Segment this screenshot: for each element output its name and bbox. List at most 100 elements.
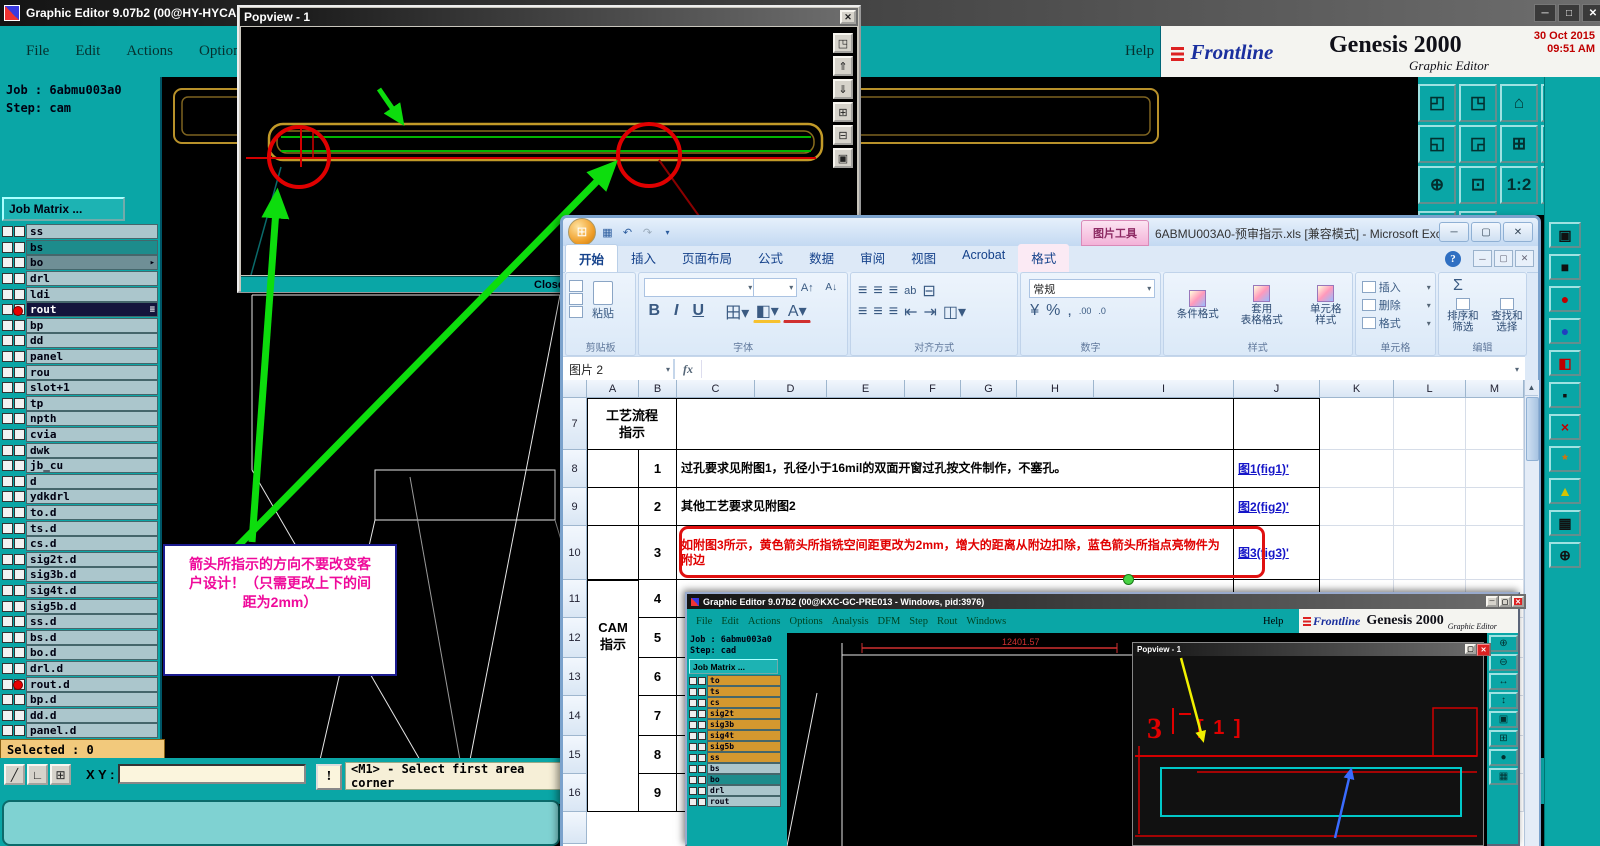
layer-toggle-icon[interactable] bbox=[2, 616, 13, 628]
layer-row[interactable]: rout.d bbox=[2, 676, 158, 692]
inner-side-tool-3[interactable]: ↔ bbox=[1489, 673, 1518, 690]
tab-页面布局[interactable]: 页面布局 bbox=[669, 244, 745, 272]
inner-layer-row[interactable]: sig2t bbox=[689, 708, 781, 719]
view-tool-2[interactable]: ◳ bbox=[1459, 84, 1497, 122]
name-box[interactable]: 图片 2 ▾ bbox=[563, 359, 675, 379]
fill-color-button[interactable]: ◧▾ bbox=[753, 301, 782, 323]
layer-toggle-icon[interactable] bbox=[2, 522, 13, 534]
layer-toggle-icon[interactable] bbox=[698, 687, 706, 696]
decrease-decimal-icon[interactable]: .0 bbox=[1097, 301, 1107, 321]
increase-indent-icon[interactable]: ⇥ bbox=[922, 301, 937, 323]
layer-row[interactable]: cvia bbox=[2, 427, 158, 443]
figure-link-cell[interactable]: 图2(fig2)' bbox=[1234, 488, 1320, 526]
layer-toggle-icon[interactable] bbox=[2, 600, 13, 612]
layer-row[interactable]: bs bbox=[2, 239, 158, 256]
layer-toggle-icon[interactable] bbox=[14, 226, 25, 238]
popview-tool-5[interactable]: ⊟ bbox=[833, 125, 853, 145]
popview-tool-3[interactable]: ⇓ bbox=[833, 79, 853, 99]
layer-toggle-icon[interactable] bbox=[14, 351, 25, 363]
layer-toggle-icon[interactable] bbox=[689, 709, 697, 718]
format-i-button[interactable]: I bbox=[666, 301, 686, 321]
layer-toggle-icon[interactable] bbox=[698, 742, 706, 751]
excel-close-icon[interactable]: ✕ bbox=[1503, 222, 1533, 242]
side-tool-1[interactable]: ▣ bbox=[1549, 222, 1581, 248]
layer-row[interactable]: jb_cu bbox=[2, 458, 158, 474]
layer-toggle-icon[interactable] bbox=[2, 382, 13, 394]
layer-toggle-icon[interactable] bbox=[14, 273, 25, 285]
layer-toggle-icon[interactable] bbox=[14, 662, 25, 674]
inner-layer-row[interactable]: cs bbox=[689, 697, 781, 708]
column-header[interactable]: K bbox=[1320, 380, 1394, 398]
close-icon[interactable]: ✕ bbox=[1582, 4, 1600, 22]
layer-toggle-icon[interactable] bbox=[2, 335, 13, 347]
layer-toggle-icon[interactable] bbox=[2, 273, 13, 285]
excel-help-icon[interactable]: ? bbox=[1445, 250, 1461, 267]
row-header[interactable]: 16 bbox=[563, 774, 587, 812]
column-header[interactable]: H bbox=[1017, 380, 1094, 398]
xy-input[interactable] bbox=[118, 764, 306, 784]
inner-layer-row[interactable]: bo bbox=[689, 774, 781, 785]
view-tool-9[interactable]: ⊕ bbox=[1418, 166, 1456, 204]
layer-row[interactable]: bp bbox=[2, 317, 158, 334]
tab-Acrobat[interactable]: Acrobat bbox=[949, 244, 1018, 272]
inner-layer-row[interactable]: ts bbox=[689, 686, 781, 697]
number-format-combo[interactable]: 常规 ▾ bbox=[1029, 279, 1156, 298]
layer-toggle-icon[interactable] bbox=[698, 764, 706, 773]
layer-toggle-icon[interactable] bbox=[14, 335, 25, 347]
layer-toggle-icon[interactable] bbox=[14, 694, 25, 706]
inner-menu-options[interactable]: Options bbox=[790, 616, 823, 627]
align-left-icon[interactable]: ≡ bbox=[857, 301, 868, 323]
layer-toggle-icon[interactable] bbox=[698, 797, 706, 806]
currency-icon[interactable]: ¥ bbox=[1029, 301, 1040, 321]
inner-menu-file[interactable]: File bbox=[696, 616, 712, 627]
layer-toggle-icon[interactable] bbox=[14, 725, 25, 737]
copy-icon[interactable] bbox=[569, 293, 583, 305]
column-header[interactable]: G bbox=[961, 380, 1017, 398]
tab-格式[interactable]: 格式 bbox=[1018, 244, 1070, 272]
layer-toggle-icon[interactable] bbox=[14, 709, 25, 721]
layer-toggle-icon[interactable] bbox=[14, 631, 25, 643]
inner-menu-dfm[interactable]: DFM bbox=[878, 616, 901, 627]
figure-link-cell[interactable]: 图3(fig3)' bbox=[1234, 526, 1320, 580]
row-header[interactable] bbox=[563, 812, 587, 844]
row-header[interactable]: 14 bbox=[563, 696, 587, 736]
alert-button[interactable]: ! bbox=[316, 764, 342, 790]
layer-toggle-icon[interactable] bbox=[689, 731, 697, 740]
font-size-combo[interactable]: ▾ bbox=[753, 278, 798, 297]
inner-maximize-icon[interactable]: ▢ bbox=[1499, 596, 1511, 607]
corner-select-icon[interactable]: ∟ bbox=[27, 764, 48, 785]
layer-toggle-icon[interactable] bbox=[689, 687, 697, 696]
inner-layer-row[interactable]: bs bbox=[689, 763, 781, 774]
column-header[interactable]: D bbox=[755, 380, 827, 398]
side-tool-7[interactable]: × bbox=[1549, 414, 1581, 440]
layer-toggle-icon[interactable] bbox=[698, 720, 706, 729]
view-tool-11[interactable]: 1:2 bbox=[1500, 166, 1538, 204]
layer-toggle-icon[interactable] bbox=[2, 538, 13, 550]
border-button[interactable]: 田▾ bbox=[723, 301, 751, 322]
layer-row[interactable]: d bbox=[2, 473, 158, 490]
menu-actions[interactable]: Actions bbox=[126, 43, 173, 60]
layer-toggle-icon[interactable] bbox=[14, 538, 25, 550]
row-header[interactable]: 12 bbox=[563, 618, 587, 658]
layer-toggle-icon[interactable] bbox=[14, 647, 25, 659]
layer-toggle-icon[interactable] bbox=[689, 742, 697, 751]
tab-插入[interactable]: 插入 bbox=[618, 244, 669, 272]
layer-row[interactable]: tp bbox=[2, 395, 158, 412]
view-tool-6[interactable]: ◲ bbox=[1459, 125, 1497, 163]
layer-toggle-icon[interactable] bbox=[14, 382, 25, 394]
layer-row[interactable]: ydkdrl bbox=[2, 489, 158, 505]
layer-toggle-icon[interactable] bbox=[698, 786, 706, 795]
formula-input[interactable] bbox=[701, 360, 1509, 378]
format-u-button[interactable]: U bbox=[688, 301, 708, 321]
layer-row[interactable]: bo ▸ bbox=[2, 255, 158, 271]
popview-titlebar[interactable]: Popview - 1 ✕ bbox=[240, 8, 858, 26]
view-tool-10[interactable]: ⊡ bbox=[1459, 166, 1497, 204]
inner-popview-close-icon[interactable]: ✕ bbox=[1477, 644, 1490, 656]
layer-toggle-icon[interactable] bbox=[2, 319, 13, 331]
layer-row[interactable]: bp.d bbox=[2, 692, 158, 708]
layer-toggle-icon[interactable] bbox=[14, 584, 25, 596]
layer-toggle-icon[interactable] bbox=[689, 676, 697, 685]
align-middle-icon[interactable]: ≡ bbox=[872, 280, 883, 302]
layer-toggle-icon[interactable] bbox=[14, 475, 25, 487]
grid-icon[interactable]: ⊞ bbox=[50, 764, 71, 785]
